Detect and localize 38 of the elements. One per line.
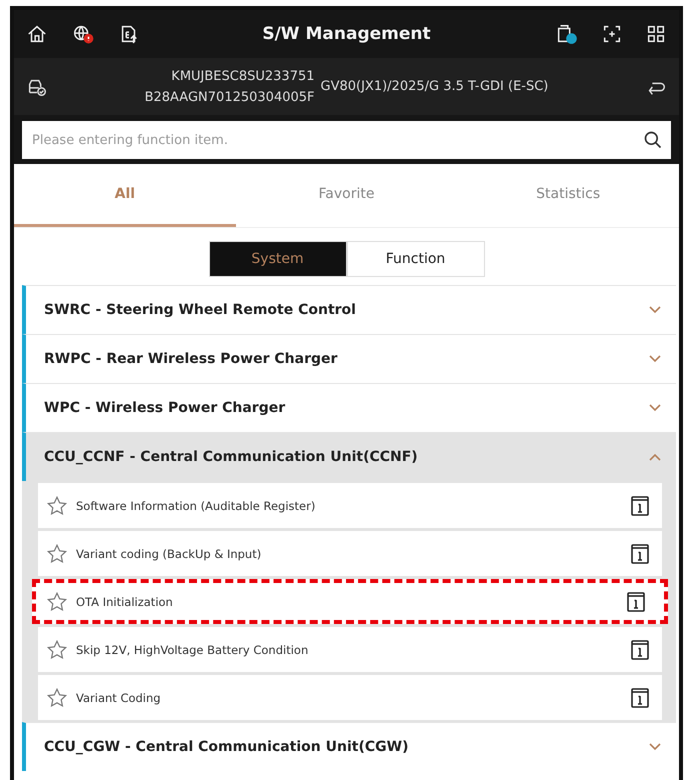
group-header[interactable]: CCU_CCNF - Central Communication Unit(CCNF) (22, 432, 676, 481)
grid-icon[interactable] (645, 23, 667, 45)
vin-text: KMUJBESC8SU233751 (171, 68, 315, 84)
star-icon[interactable] (46, 494, 68, 516)
chevron-icon[interactable] (648, 354, 662, 364)
function-item[interactable]: Skip 12V, HighVoltage Battery Condition (38, 627, 662, 672)
function-item[interactable]: Variant Coding (38, 675, 662, 720)
search-icon[interactable] (643, 130, 663, 150)
star-icon[interactable] (46, 638, 68, 660)
chevron-icon[interactable] (648, 452, 662, 462)
vehicle-model-text: GV80(JX1)/2025/G 3.5 T-GDI (E-SC) (320, 79, 548, 94)
group-header[interactable]: SWRC - Steering Wheel Remote Control (22, 285, 676, 334)
segment-button[interactable]: Function (346, 241, 484, 277)
star-icon[interactable] (46, 686, 68, 708)
chevron-icon[interactable] (648, 403, 662, 413)
info-book-icon[interactable] (630, 638, 650, 660)
star-icon[interactable] (46, 542, 68, 564)
search-field[interactable]: Please entering function item. (22, 121, 671, 159)
info-book-icon[interactable] (630, 494, 650, 516)
function-item[interactable]: Software Information (Auditable Register) (38, 483, 662, 528)
group-header[interactable]: RWPC - Rear Wireless Power Charger (22, 334, 676, 383)
info-book-icon[interactable] (626, 590, 646, 612)
function-item[interactable]: Variant coding (BackUp & Input) (38, 531, 662, 576)
tab[interactable]: Statistics (457, 164, 679, 227)
info-book-icon[interactable] (630, 542, 650, 564)
info-book-icon[interactable] (630, 686, 650, 708)
star-icon[interactable] (46, 590, 68, 612)
group-header[interactable]: CCU_CGW - Central Communication Unit(CGW) (22, 722, 676, 771)
home-icon[interactable] (26, 23, 48, 45)
vehicle-id-text: B28AAGN701250304005F (144, 90, 315, 104)
tab[interactable]: Favorite (236, 164, 458, 227)
group-header[interactable]: WPC - Wireless Power Charger (22, 383, 676, 432)
chevron-icon[interactable] (648, 742, 662, 752)
window-title: S/W Management (261, 24, 432, 44)
segment-button[interactable]: System (208, 241, 346, 277)
function-item[interactable]: OTA Initialization (32, 579, 668, 624)
chevron-icon[interactable] (648, 305, 662, 315)
scan-plus-icon[interactable] (601, 23, 623, 45)
